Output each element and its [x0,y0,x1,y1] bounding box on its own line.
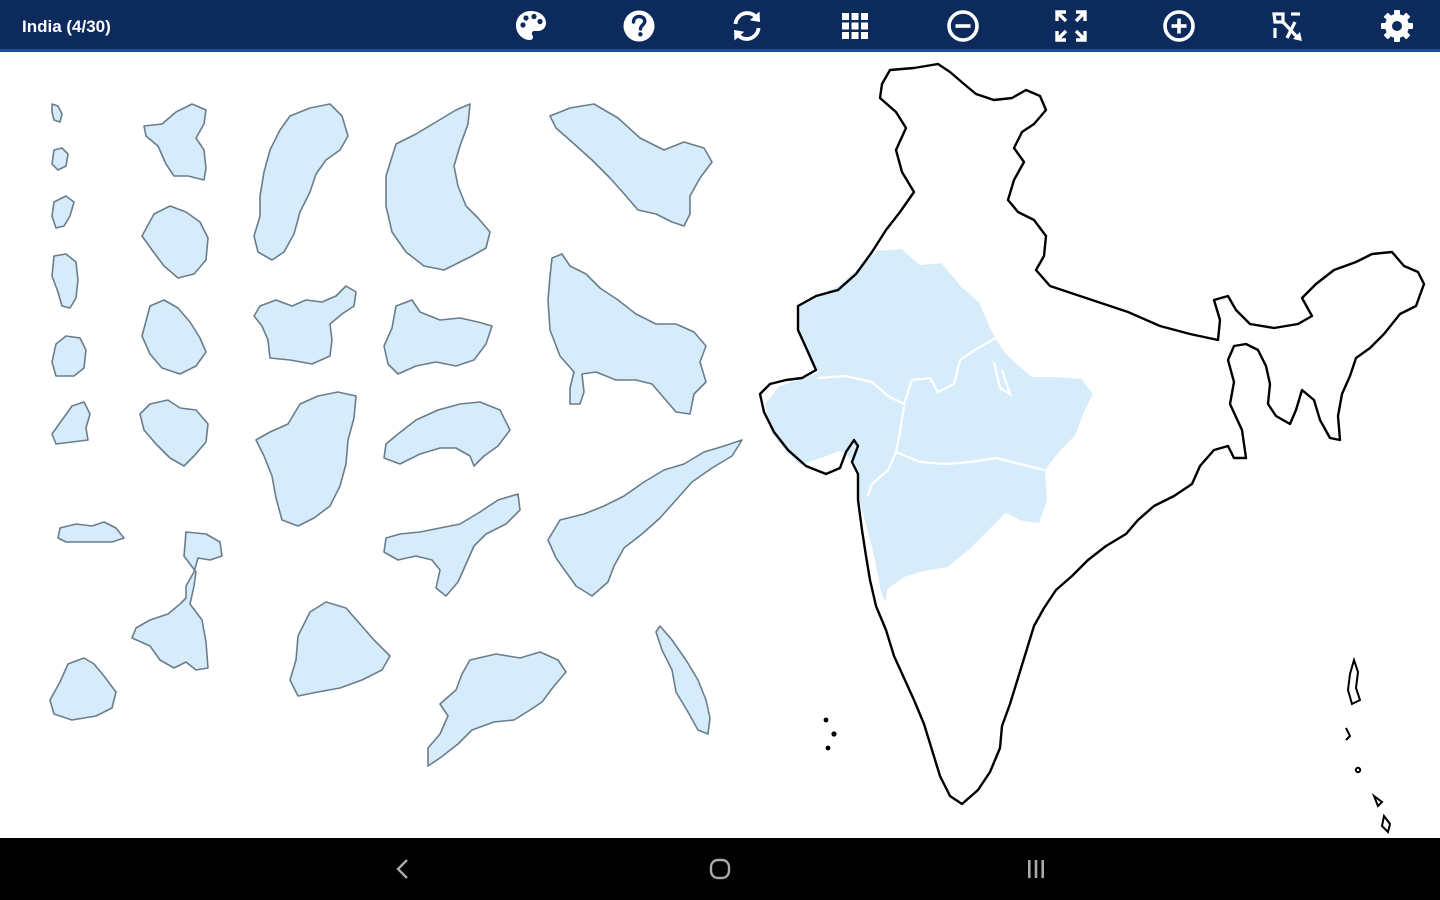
settings-icon [1381,10,1413,42]
zoom-in-icon [1163,10,1195,42]
fit-screen-button[interactable] [1051,6,1091,46]
puzzle-piece[interactable] [139,399,209,467]
puzzle-piece[interactable] [383,401,511,467]
back-button[interactable] [384,852,424,886]
puzzle-piece[interactable] [141,205,209,279]
fit-screen-icon [1055,10,1087,42]
puzzle-piece[interactable] [143,103,207,181]
placed-region [762,246,1096,610]
home-icon [709,858,731,880]
palette-icon [516,11,546,40]
recents-button[interactable] [1016,852,1056,886]
puzzle-piece[interactable] [57,521,125,543]
settings-button[interactable] [1377,6,1417,46]
puzzle-piece[interactable] [289,601,391,697]
puzzle-piece[interactable] [51,335,87,377]
puzzle-piece[interactable] [547,253,707,415]
andaman-nicobar-islands [1345,656,1392,834]
puzzle-piece[interactable] [655,625,711,735]
grid-button[interactable] [835,6,875,46]
system-nav-bar [0,838,1440,900]
zoom-in-button[interactable] [1159,6,1199,46]
scatter-pieces-button[interactable] [1267,6,1307,46]
puzzle-piece[interactable] [427,651,567,767]
puzzle-piece[interactable] [383,299,493,375]
zoom-out-button[interactable] [943,6,983,46]
puzzle-piece[interactable] [547,439,743,597]
restart-button[interactable] [727,6,767,46]
zoom-out-icon [947,10,979,42]
puzzle-piece[interactable] [385,103,491,271]
puzzle-piece[interactable] [549,103,713,227]
scatter-pieces-icon [1272,12,1302,41]
puzzle-piece[interactable] [51,103,63,123]
puzzle-piece[interactable] [255,391,357,527]
back-icon [396,859,408,879]
puzzle-title: India (4/30) [22,17,111,36]
puzzle-piece[interactable] [49,657,117,721]
recents-icon [1028,860,1044,878]
palette-button[interactable] [511,6,551,46]
puzzle-piece[interactable] [253,285,357,365]
puzzle-piece[interactable] [51,195,75,229]
help-button[interactable] [619,6,659,46]
top-bar: India (4/30) [0,0,1440,52]
puzzle-piece[interactable] [141,299,207,375]
puzzle-piece[interactable] [131,531,223,671]
help-icon [623,10,655,42]
puzzle-piece[interactable] [383,493,521,597]
puzzle-piece[interactable] [51,147,69,171]
puzzle-piece[interactable] [51,401,91,445]
puzzle-board [0,55,1440,838]
puzzle-piece[interactable] [253,103,349,261]
refresh-icon [733,11,761,41]
puzzle-piece[interactable] [51,253,79,309]
puzzle-canvas [49,62,1426,834]
grid-icon [842,13,868,39]
lakshadweep-islands [823,717,837,751]
home-button[interactable] [700,852,740,886]
